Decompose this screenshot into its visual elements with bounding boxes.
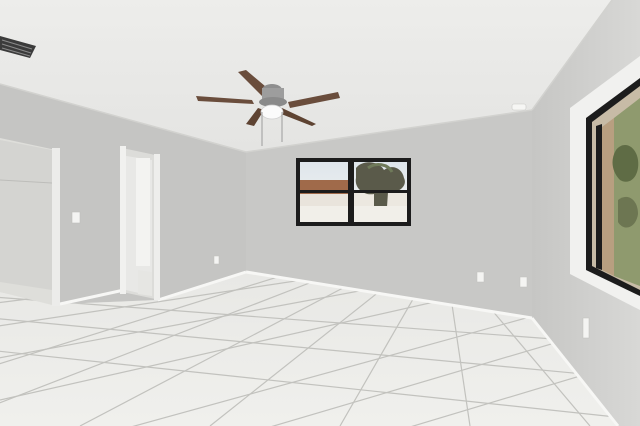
fan-light <box>260 104 284 120</box>
room-illustration <box>0 0 640 426</box>
light-switch <box>71 211 81 224</box>
outlet-back-2 <box>519 276 528 288</box>
room-photo <box>0 0 640 426</box>
hallway-door <box>136 158 150 266</box>
outlet-right <box>582 317 590 339</box>
closet-door-trim <box>52 148 60 306</box>
outlet-left <box>213 255 220 265</box>
smoke-detector <box>511 103 527 111</box>
outlet-back <box>476 271 485 283</box>
back-window <box>296 158 411 226</box>
